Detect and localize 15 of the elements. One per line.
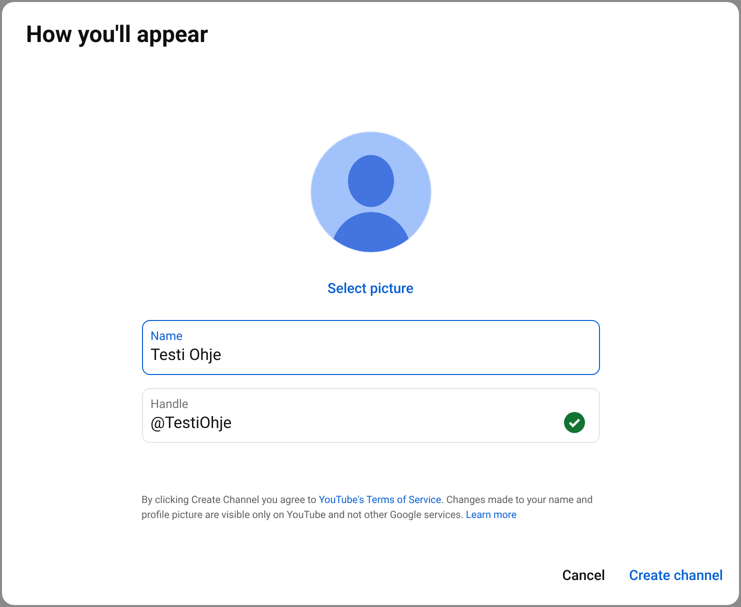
field-value: Testi Ohje [150, 344, 222, 366]
field-label: Name [150, 328, 184, 344]
terms-link[interactable]: YouTube's Terms of Service [318, 494, 442, 506]
check-circle-icon [564, 412, 584, 432]
text-field[interactable]: Handle @TestiOhje [142, 388, 600, 442]
field-label: Handle [150, 396, 190, 412]
learn-more-link[interactable]: Learn more [466, 510, 517, 520]
text-field[interactable]: Name Testi Ohje [142, 320, 600, 374]
cancel-button[interactable]: Cancel [554, 560, 614, 593]
select-picture-link[interactable]: Select picture [327, 278, 414, 300]
terms-notice: By clicking Create Channel you agree to YouTube's Terms of Service. Changes made to your name and profile picture are visible only on YouTube and not other Google services. Learn more [142, 494, 594, 522]
avatar-placeholder-icon [310, 130, 432, 252]
create-channel-button[interactable]: Create channel [621, 560, 731, 593]
field-value: @TestiOhje [150, 412, 233, 434]
dialog-title: How you'll appear [26, 20, 208, 50]
